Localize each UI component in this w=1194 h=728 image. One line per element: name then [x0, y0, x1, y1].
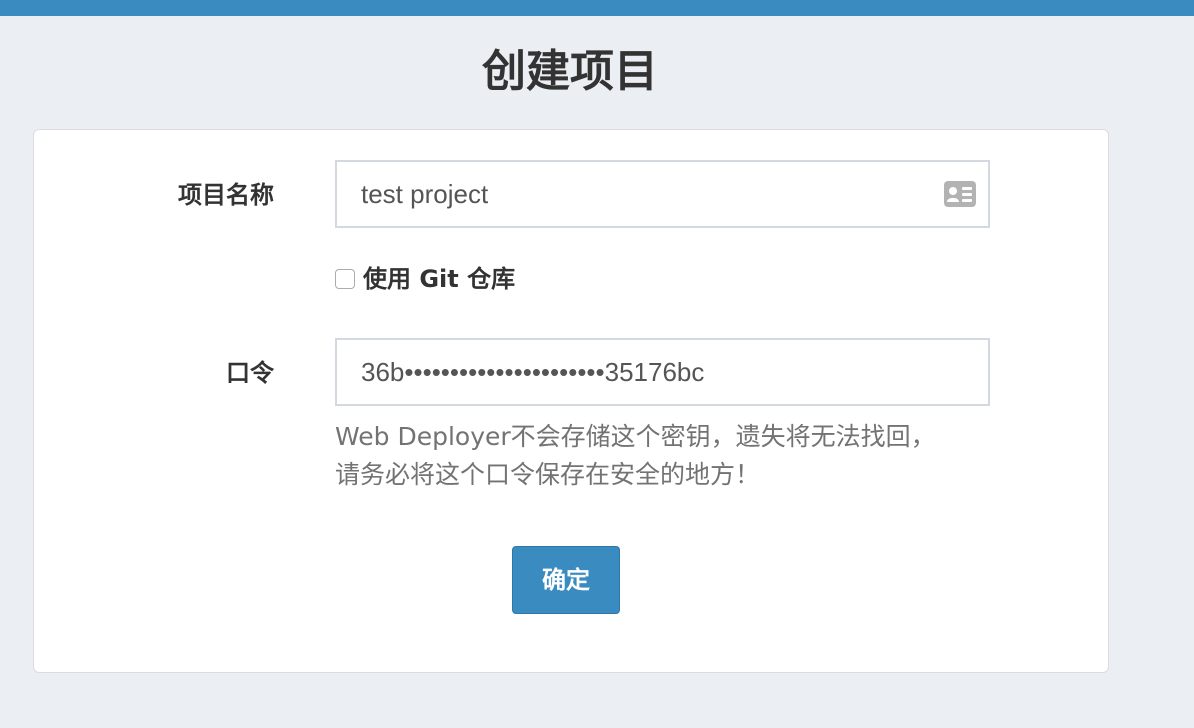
top-bar [0, 0, 1194, 16]
use-git-checkbox[interactable] [335, 269, 355, 289]
token-help-text: Web Deployer不会存储这个密钥，遗失将无法找回， 请务必将这个口令保存… [335, 418, 995, 494]
project-name-input[interactable] [335, 160, 990, 228]
use-git-option[interactable]: 使用 Git 仓库 [335, 263, 515, 295]
create-project-form: 项目名称 使用 Git 仓库 口令 Web Deployer不会存储这个密钥，遗… [33, 129, 1109, 673]
contact-card-icon[interactable] [944, 181, 976, 207]
token-input[interactable] [335, 338, 990, 406]
use-git-label[interactable]: 使用 Git 仓库 [363, 264, 515, 294]
help-line-1: Web Deployer不会存储这个密钥，遗失将无法找回， [335, 422, 936, 451]
help-line-2: 请务必将这个口令保存在安全的地方！ [335, 460, 761, 489]
token-label: 口令 [226, 359, 274, 387]
confirm-button[interactable]: 确定 [512, 546, 620, 614]
page-title: 创建项目 [482, 46, 658, 97]
project-name-label: 项目名称 [178, 181, 274, 209]
